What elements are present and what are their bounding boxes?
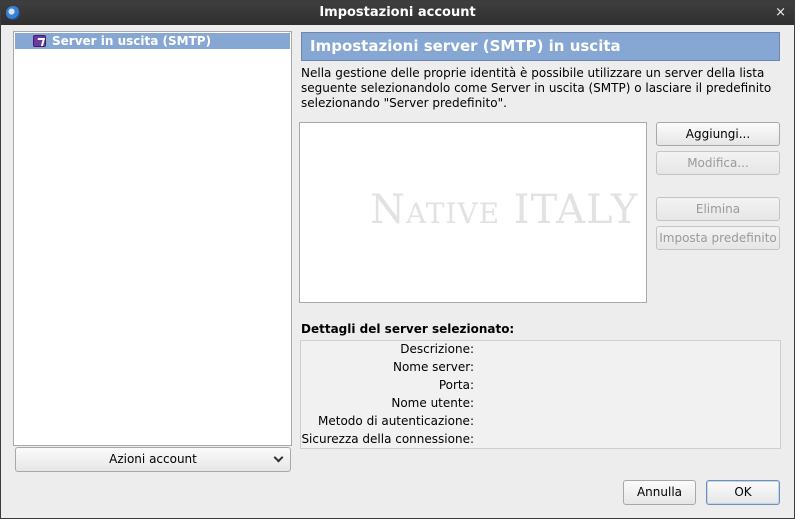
tree-item-outgoing-server[interactable]: Server in uscita (SMTP) (15, 33, 290, 49)
detail-label-port: Porta: (438, 378, 474, 392)
add-server-label: Aggiungi... (685, 127, 751, 141)
detail-label-connection-security: Sicurezza della connessione: (301, 432, 474, 446)
detail-label-description: Descrizione: (400, 342, 474, 356)
smtp-server-list[interactable]: NATIVE ITALY (299, 122, 647, 303)
details-title: Dettagli del server selezionato: (301, 322, 515, 336)
account-actions-label: Azioni account (109, 452, 197, 466)
close-icon[interactable]: × (775, 5, 786, 20)
set-default-label: Imposta predefinito (659, 231, 777, 245)
detail-label-auth-method: Metodo di autenticazione: (318, 414, 474, 428)
server-details-panel: Descrizione: Nome server: Porta: Nome ut… (300, 340, 781, 449)
edit-server-label: Modifica... (687, 156, 749, 170)
watermark-logo: NATIVE ITALY (370, 187, 639, 233)
account-settings-dialog: Impostazioni account × Server in uscita … (0, 0, 795, 519)
description-text: Nella gestione delle proprie identità è … (301, 66, 772, 110)
delete-server-label: Elimina (695, 202, 741, 216)
window-title: Impostazioni account (319, 5, 476, 20)
detail-label-username: Nome utente: (391, 396, 474, 410)
outgoing-mail-icon (33, 35, 46, 47)
ok-button[interactable]: OK (706, 480, 780, 505)
account-actions-button[interactable]: Azioni account (15, 447, 291, 472)
chevron-down-icon (273, 452, 284, 463)
cancel-label: Annulla (636, 485, 683, 499)
cancel-button[interactable]: Annulla (623, 480, 696, 505)
set-default-button[interactable]: Imposta predefinito (656, 226, 780, 250)
page-title: Impostazioni server (SMTP) in uscita (301, 32, 780, 61)
ok-label: OK (734, 485, 752, 499)
account-tree[interactable]: Server in uscita (SMTP) (13, 31, 292, 446)
tree-item-label: Server in uscita (SMTP) (52, 34, 212, 48)
detail-label-server-name: Nome server: (392, 360, 474, 374)
delete-server-button[interactable]: Elimina (656, 197, 780, 221)
edit-server-button[interactable]: Modifica... (656, 151, 780, 175)
add-server-button[interactable]: Aggiungi... (656, 122, 780, 146)
title-bar[interactable]: Impostazioni account × (1, 1, 794, 25)
